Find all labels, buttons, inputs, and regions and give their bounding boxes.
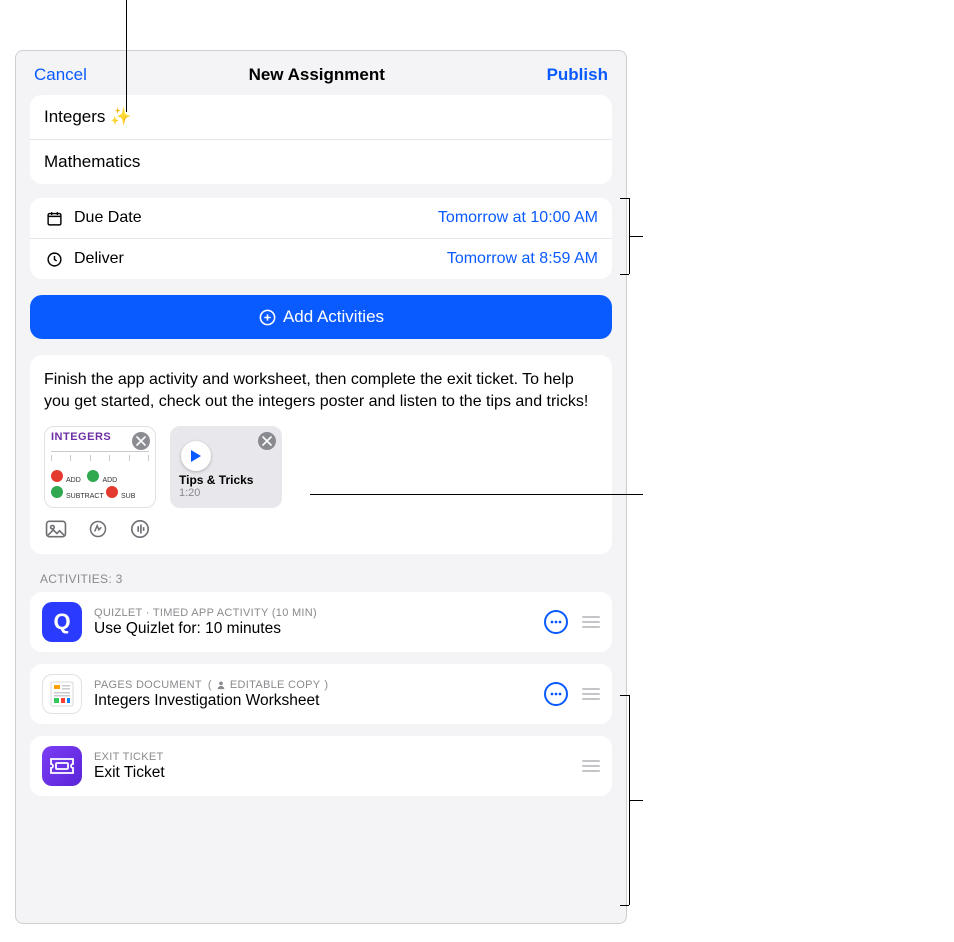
activity-more-icon[interactable] bbox=[544, 610, 568, 634]
callout-line bbox=[629, 236, 643, 237]
callout-bracket bbox=[620, 905, 629, 906]
editable-copy-badge: ( EDITABLE COPY) bbox=[208, 679, 328, 691]
quizlet-icon: Q bbox=[42, 602, 82, 642]
clock-icon bbox=[44, 249, 64, 269]
class-field[interactable]: Mathematics bbox=[30, 140, 612, 184]
sheet-header: Cancel New Assignment Publish bbox=[16, 51, 626, 95]
callout-bracket bbox=[620, 695, 629, 696]
callout-bracket bbox=[620, 274, 629, 275]
activity-card-1: PAGES DOCUMENT ( EDITABLE COPY) Integers… bbox=[30, 664, 612, 724]
insert-photo-icon[interactable] bbox=[44, 518, 68, 540]
reorder-handle-icon[interactable] bbox=[582, 688, 600, 700]
activity-title: Integers Investigation Worksheet bbox=[94, 692, 532, 710]
insert-drawing-icon[interactable] bbox=[86, 518, 110, 540]
attachment-audio[interactable]: Tips & Tricks 1:20 bbox=[170, 426, 282, 508]
insert-audio-icon[interactable] bbox=[128, 518, 152, 540]
audio-duration: 1:20 bbox=[179, 487, 273, 499]
add-activities-label: Add Activities bbox=[283, 307, 384, 327]
due-date-row[interactable]: Due Date Tomorrow at 10:00 AM bbox=[30, 198, 612, 239]
instructions-card: Finish the app activity and worksheet, t… bbox=[30, 355, 612, 554]
deliver-value[interactable]: Tomorrow at 8:59 AM bbox=[447, 250, 598, 268]
plus-circle-icon bbox=[258, 308, 277, 327]
deliver-row[interactable]: Deliver Tomorrow at 8:59 AM bbox=[30, 239, 612, 279]
activity-meta: EXIT TICKET bbox=[94, 751, 164, 763]
activity-row[interactable]: EXIT TICKET Exit Ticket bbox=[30, 736, 612, 796]
callout-bracket bbox=[620, 198, 629, 199]
activity-meta: QUIZLET · TIMED APP ACTIVITY (10 MIN) bbox=[94, 607, 317, 619]
assignment-title-field[interactable]: Integers ✨ bbox=[30, 95, 612, 140]
calendar-icon bbox=[44, 208, 64, 228]
reorder-handle-icon[interactable] bbox=[582, 760, 600, 772]
callout-line bbox=[629, 800, 643, 801]
schedule-card: Due Date Tomorrow at 10:00 AM Deliver To… bbox=[30, 198, 612, 279]
activity-card-0: Q QUIZLET · TIMED APP ACTIVITY (10 MIN) … bbox=[30, 592, 612, 652]
callout-line bbox=[126, 0, 127, 112]
activity-meta: PAGES DOCUMENT bbox=[94, 679, 202, 691]
play-icon[interactable] bbox=[181, 441, 211, 471]
exit-ticket-icon bbox=[42, 746, 82, 786]
remove-attachment-icon[interactable] bbox=[132, 432, 150, 450]
cancel-button[interactable]: Cancel bbox=[34, 65, 87, 85]
title-class-card: Integers ✨ Mathematics bbox=[30, 95, 612, 184]
due-date-label: Due Date bbox=[74, 209, 142, 227]
callout-line bbox=[310, 494, 643, 495]
new-assignment-sheet: Cancel New Assignment Publish Integers ✨… bbox=[15, 50, 627, 924]
activity-more-icon[interactable] bbox=[544, 682, 568, 706]
activities-section-label: ACTIVITIES: 3 bbox=[40, 572, 602, 586]
instructions-text[interactable]: Finish the app activity and worksheet, t… bbox=[30, 355, 612, 412]
poster-title: INTEGERS bbox=[51, 431, 111, 443]
remove-attachment-icon[interactable] bbox=[258, 432, 276, 450]
audio-title: Tips & Tricks bbox=[179, 473, 273, 487]
media-toolbar bbox=[30, 508, 612, 554]
sheet-title: New Assignment bbox=[249, 65, 385, 85]
pages-document-icon bbox=[42, 674, 82, 714]
activity-title: Exit Ticket bbox=[94, 764, 570, 782]
deliver-label: Deliver bbox=[74, 250, 124, 268]
reorder-handle-icon[interactable] bbox=[582, 616, 600, 628]
activity-row[interactable]: Q QUIZLET · TIMED APP ACTIVITY (10 MIN) … bbox=[30, 592, 612, 652]
activity-row[interactable]: PAGES DOCUMENT ( EDITABLE COPY) Integers… bbox=[30, 664, 612, 724]
due-date-value[interactable]: Tomorrow at 10:00 AM bbox=[438, 209, 598, 227]
activity-title: Use Quizlet for: 10 minutes bbox=[94, 620, 532, 638]
activity-card-2: EXIT TICKET Exit Ticket bbox=[30, 736, 612, 796]
publish-button[interactable]: Publish bbox=[547, 65, 608, 85]
add-activities-button[interactable]: Add Activities bbox=[30, 295, 612, 339]
attachment-poster[interactable]: INTEGERS ADD ADD SUBTRACT SUB bbox=[44, 426, 156, 508]
